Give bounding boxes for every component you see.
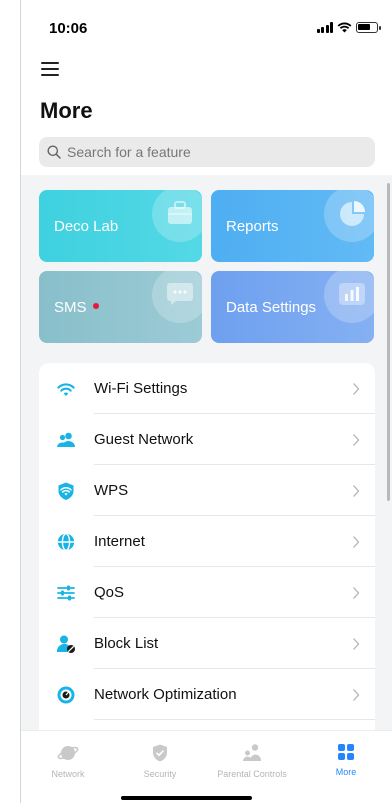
tab-label: Network xyxy=(51,769,85,779)
chevron-right-icon xyxy=(353,689,360,701)
family-icon xyxy=(243,744,261,761)
shield-check-icon xyxy=(153,744,167,762)
status-icons xyxy=(316,22,381,33)
wifi-status-icon xyxy=(337,22,352,33)
sms-label: SMS xyxy=(54,299,87,316)
tab-more[interactable]: More xyxy=(301,743,391,777)
menu-icon[interactable] xyxy=(41,62,59,76)
app-screen: 10:06 More Search for a feature Deco Lab… xyxy=(20,0,392,803)
card-label: SMS xyxy=(54,299,99,316)
scrollbar[interactable] xyxy=(387,183,390,501)
list-item-wps[interactable]: WPS xyxy=(39,465,375,516)
list-item-label: Wi-Fi Settings xyxy=(94,380,188,397)
battery-icon xyxy=(356,22,381,33)
list-item-network-optimization[interactable]: Network Optimization xyxy=(39,669,375,720)
pie-chart-icon xyxy=(340,201,365,226)
tab-network[interactable]: Network xyxy=(23,743,113,779)
list-item-wifi-settings[interactable]: Wi-Fi Settings xyxy=(39,363,375,414)
chat-bubble-icon xyxy=(167,283,193,305)
data-settings-card[interactable]: Data Settings xyxy=(211,271,374,343)
cellular-signal-icon xyxy=(316,22,333,33)
search-bar[interactable] xyxy=(39,137,375,167)
deco-lab-card[interactable]: Deco Lab xyxy=(39,190,202,262)
list-item-label: WPS xyxy=(94,482,129,499)
wifi-icon xyxy=(57,383,75,396)
page-title: More xyxy=(40,98,93,123)
card-label: Deco Lab xyxy=(54,218,119,235)
list-item-label: QoS xyxy=(94,584,125,601)
grid-icon xyxy=(338,744,354,760)
bottom-tab-bar: Network Security Parental Controls More xyxy=(21,730,392,803)
shield-wifi-icon xyxy=(58,482,74,500)
list-item-qos[interactable]: QoS xyxy=(39,567,375,618)
list-item-label: Block List xyxy=(94,635,159,652)
bar-chart-icon xyxy=(339,283,365,305)
settings-list: Wi-Fi Settings Guest Network WPS Interne… xyxy=(39,363,375,743)
sms-card[interactable]: SMS xyxy=(39,271,202,343)
chevron-right-icon xyxy=(353,434,360,446)
card-label: Reports xyxy=(226,218,279,235)
tab-label: Security xyxy=(143,769,177,779)
home-indicator[interactable] xyxy=(121,796,252,800)
chevron-right-icon xyxy=(353,383,360,395)
block-user-icon xyxy=(56,635,75,653)
search-icon xyxy=(47,145,61,159)
list-item-guest-network[interactable]: Guest Network xyxy=(39,414,375,465)
chevron-right-icon xyxy=(353,536,360,548)
list-item-label: Guest Network xyxy=(94,431,194,448)
chevron-right-icon xyxy=(353,638,360,650)
status-time: 10:06 xyxy=(49,20,88,37)
planet-icon xyxy=(57,746,79,760)
notification-dot xyxy=(92,303,99,310)
tab-security[interactable]: Security xyxy=(115,743,205,779)
toolbox-icon xyxy=(168,201,192,224)
list-item-label: Internet xyxy=(94,533,145,550)
reports-card[interactable]: Reports xyxy=(211,190,374,262)
sliders-icon xyxy=(57,585,75,601)
chevron-right-icon xyxy=(353,485,360,497)
guests-icon xyxy=(57,432,75,447)
list-item-block-list[interactable]: Block List xyxy=(39,618,375,669)
tab-label: More xyxy=(335,767,357,777)
tab-label: Parental Controls xyxy=(217,769,287,779)
status-bar: 10:06 xyxy=(21,18,392,42)
card-label: Data Settings xyxy=(226,299,317,316)
chevron-right-icon xyxy=(353,587,360,599)
search-input[interactable] xyxy=(67,144,347,160)
optimization-icon xyxy=(57,686,75,704)
list-item-label: Network Optimization xyxy=(94,686,237,703)
globe-icon xyxy=(57,533,75,551)
list-item-internet[interactable]: Internet xyxy=(39,516,375,567)
tab-parental-controls[interactable]: Parental Controls xyxy=(207,743,297,779)
